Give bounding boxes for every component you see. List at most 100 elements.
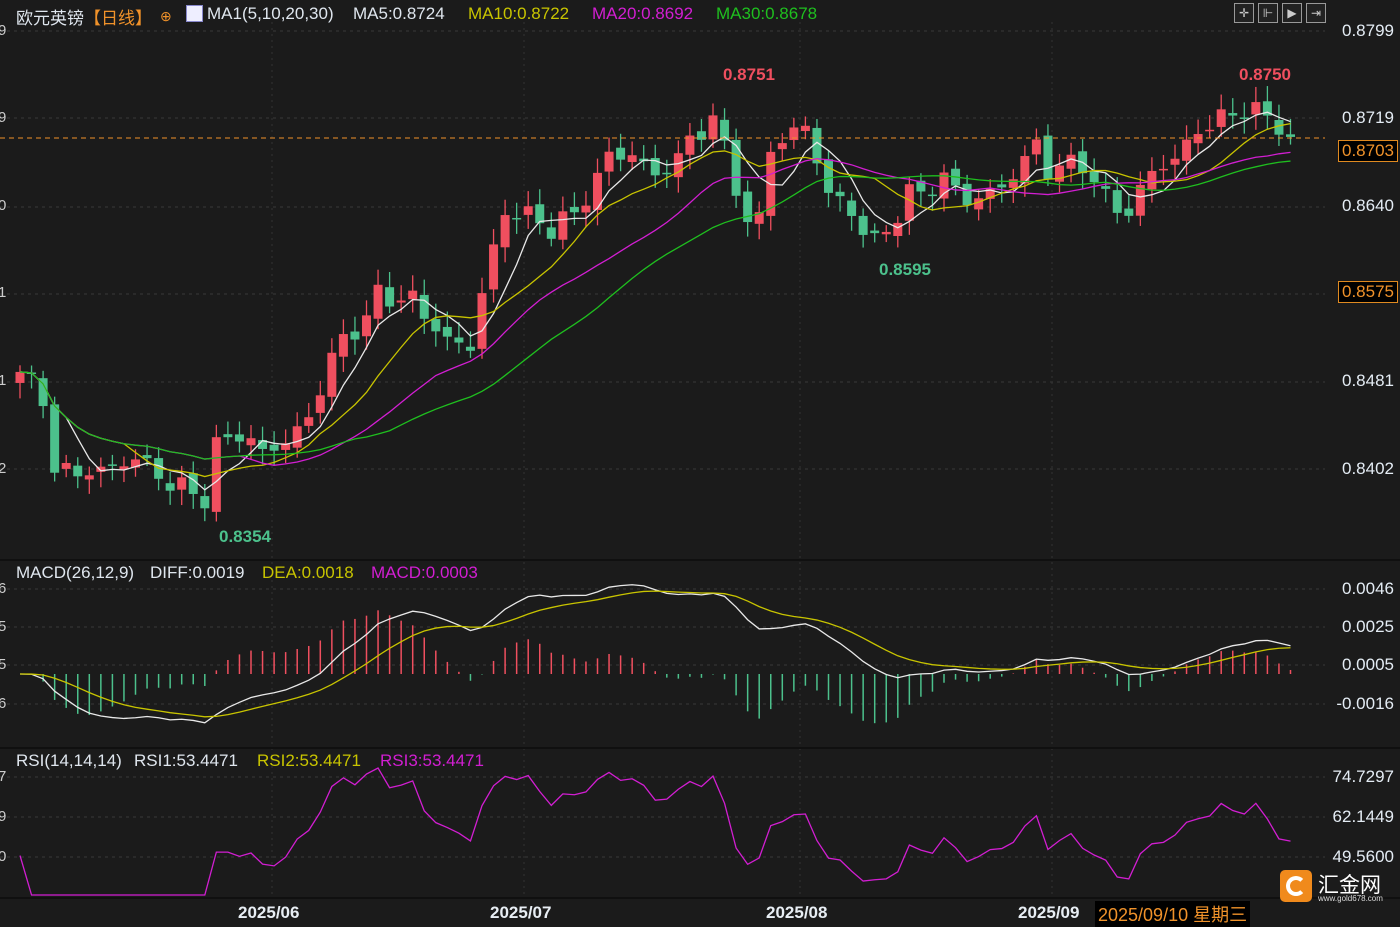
macd-title: MACD(26,12,9) [16, 563, 135, 582]
macd-diff: DIFF:0.0019 [150, 563, 245, 582]
left-axis-tick: 9 [0, 109, 7, 126]
macd-diff-line [19, 584, 1291, 724]
candle-body [234, 434, 244, 442]
candle-body [708, 115, 718, 140]
candle-body [523, 206, 533, 215]
date-tick: 2025/08 [766, 903, 828, 922]
candle-body [1216, 109, 1226, 127]
candle-body [1286, 134, 1295, 137]
candle-body [1239, 117, 1249, 119]
candle-body [1101, 186, 1111, 189]
candle-body [454, 337, 464, 343]
candle-body [1112, 190, 1122, 213]
left-axis-tick: 7 [0, 768, 7, 785]
rsi-title: RSI(14,14,14) [16, 751, 122, 770]
candle-body [327, 352, 337, 397]
candle-body [38, 378, 48, 407]
date-tick: 2025/06 [238, 903, 300, 922]
candle-body [50, 404, 60, 473]
candle-body [419, 294, 429, 319]
candle-body [442, 326, 452, 337]
price-tick: 0.8719 [1342, 108, 1394, 127]
candle-body [881, 231, 891, 235]
candle-body [362, 315, 371, 337]
add-indicator-icon[interactable]: ⊕ [160, 8, 172, 25]
candle-body [338, 334, 348, 357]
zoom-range-icon[interactable]: ⊩ [1258, 3, 1278, 23]
low-annotation: 0.8595 [879, 260, 931, 279]
candle-body [1031, 139, 1041, 155]
rsi-tick: 49.5600 [1332, 847, 1394, 866]
candle-body [581, 205, 591, 213]
scroll-end-icon[interactable]: ⇥ [1306, 3, 1326, 23]
candle-body [84, 475, 94, 480]
symbol-title: 欧元英镑 [16, 9, 84, 28]
candle-body [616, 147, 626, 160]
candle-body [350, 331, 360, 340]
candle-body [847, 200, 857, 216]
candle-body [500, 215, 510, 248]
candle-body [558, 211, 568, 240]
candle-body [269, 444, 279, 451]
candle-body [1251, 102, 1261, 115]
candle-body [1158, 168, 1168, 171]
candle-body [512, 217, 522, 220]
candle-body [696, 131, 706, 140]
period-label[interactable]: 【日线】 [84, 4, 152, 29]
ma5-value: MA5:0.8724 [353, 4, 445, 23]
candle-body [777, 143, 787, 150]
macd-value: MACD:0.0003 [371, 563, 478, 582]
ma-indicator-icon[interactable] [186, 5, 203, 22]
candle-body [893, 222, 903, 237]
candle-body [1193, 134, 1203, 144]
current-price-label: 0.8703 [1338, 140, 1398, 162]
chart-canvas[interactable] [0, 0, 1400, 925]
play-icon[interactable]: ▶ [1282, 3, 1302, 23]
ma20-value: MA20:0.8692 [592, 4, 694, 23]
candle-body [1089, 170, 1099, 183]
candle-body [1205, 129, 1215, 132]
crosshair-icon[interactable]: ✛ [1234, 3, 1254, 23]
candle-body [107, 464, 117, 466]
candle-body [142, 455, 152, 459]
candle-body [177, 477, 187, 490]
rsi3-value: RSI3:53.4471 [380, 751, 484, 770]
candle-body [385, 287, 395, 307]
candle-body [870, 230, 880, 234]
candle-body [396, 300, 406, 303]
rsi-line [19, 767, 1291, 896]
candle-body [835, 191, 845, 197]
candle-body [165, 483, 175, 491]
macd-dea-line [19, 590, 1291, 718]
candle-body [800, 125, 810, 132]
ma20-line [19, 151, 1291, 466]
candle-body [15, 371, 25, 383]
candle-body [1066, 154, 1076, 169]
rsi2-value: RSI2:53.4471 [257, 751, 361, 770]
candle-body [373, 284, 383, 319]
candle-body [858, 215, 868, 235]
price-tick-highlight: 0.8575 [1338, 281, 1398, 303]
macd-tick: -0.0016 [1336, 694, 1394, 713]
candle-body [315, 395, 325, 413]
candle-body [662, 172, 672, 175]
candle-body [73, 465, 83, 477]
left-axis-tick: 5 [0, 618, 7, 635]
high-annotation: 0.8750 [1239, 65, 1291, 84]
date-tick: 2025/09 [1018, 903, 1080, 922]
candle-body [1147, 170, 1157, 190]
candle-body [188, 473, 198, 494]
candle-body [997, 184, 1007, 188]
low-annotation: 0.8354 [219, 527, 271, 546]
candle-body [546, 227, 556, 239]
rsi-tick: 62.1449 [1332, 807, 1394, 826]
candle-body [61, 462, 71, 469]
left-axis-tick: 6 [0, 695, 7, 712]
rsi1-value: RSI1:53.4471 [134, 751, 238, 770]
candle-body [292, 426, 302, 448]
macd-tick: 0.0025 [1342, 617, 1394, 636]
left-axis-tick: 2 [0, 460, 7, 477]
logo-url: www.gold678.com [1318, 894, 1383, 903]
candle-body [731, 139, 741, 196]
candle-body [974, 198, 984, 210]
